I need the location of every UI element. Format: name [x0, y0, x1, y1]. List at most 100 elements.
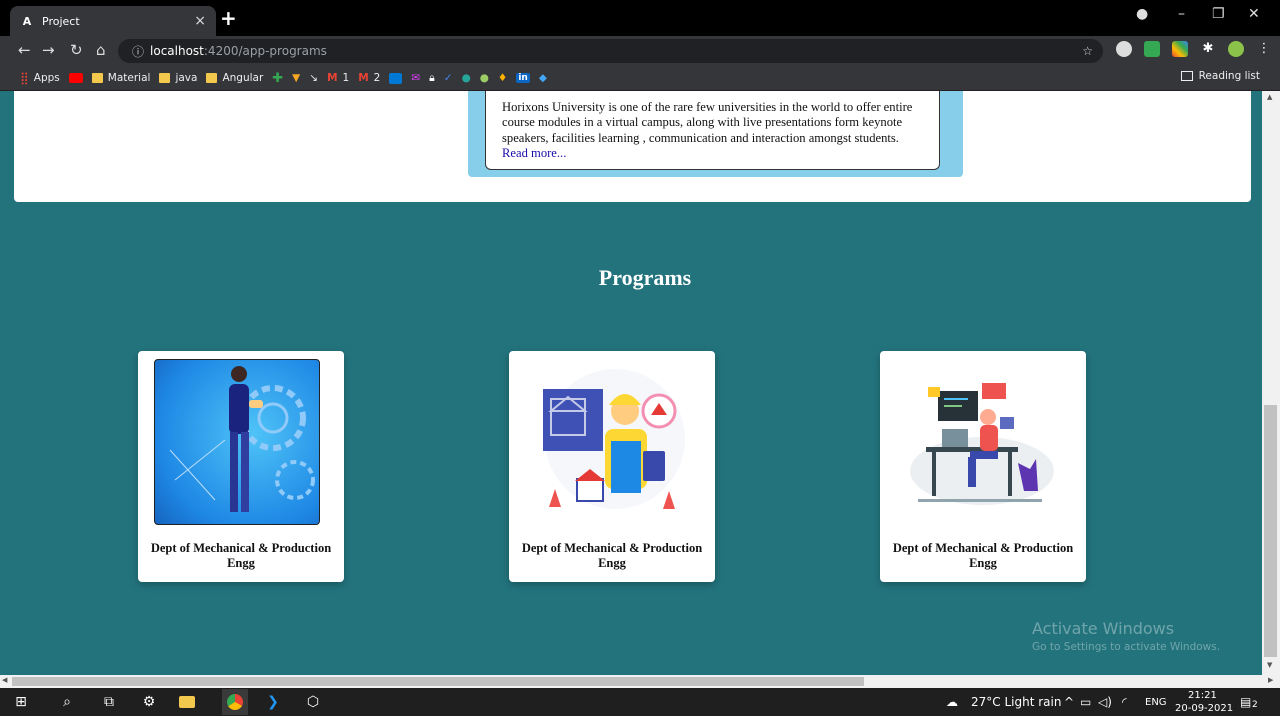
- gmail-icon: M: [358, 72, 369, 84]
- bookmark-check[interactable]: ✓: [444, 72, 453, 84]
- bookmark-linkedin[interactable]: in: [516, 73, 530, 83]
- url-path: :4200/app-programs: [203, 44, 327, 58]
- programmer-desk-illustration: [896, 359, 1062, 525]
- vertical-scrollbar-thumb[interactable]: [1264, 405, 1277, 657]
- tab-close-icon[interactable]: ×: [194, 13, 206, 29]
- weather-text[interactable]: 27°C Light rain: [971, 695, 1061, 709]
- bookmark-lock[interactable]: 🔒︎: [429, 72, 435, 85]
- battery-icon[interactable]: ▭: [1080, 695, 1091, 709]
- read-more-link[interactable]: Read more...: [502, 146, 566, 160]
- search-icon[interactable]: ⌕: [58, 693, 76, 711]
- drop-icon: ♦: [497, 72, 508, 84]
- clock-time[interactable]: 21:21: [1188, 690, 1217, 701]
- vscode-icon[interactable]: ❯: [264, 693, 282, 711]
- reload-icon[interactable]: ↻: [70, 41, 83, 59]
- linkedin-icon: in: [516, 73, 530, 83]
- address-bar[interactable]: ⓘ localhost:4200/app-programs ☆: [118, 39, 1103, 63]
- bookmark-globe[interactable]: ●: [462, 72, 471, 84]
- windows-start-icon[interactable]: ⊞: [12, 693, 30, 711]
- settings-gear-icon[interactable]: ⚙: [140, 693, 158, 711]
- gmail-icon: M: [327, 72, 338, 84]
- bookmark-gmail-2[interactable]: M2: [358, 72, 380, 84]
- menu-kebab-icon[interactable]: ⋮: [1256, 41, 1272, 57]
- volume-icon[interactable]: ◁): [1098, 695, 1112, 709]
- program-card[interactable]: Dept of Mechanical & Production Engg: [138, 351, 344, 582]
- bookmark-java[interactable]: java: [159, 72, 197, 84]
- clock-date[interactable]: 20-09-2021: [1175, 703, 1233, 714]
- bookmark-material[interactable]: Material: [91, 72, 150, 84]
- bookmark-angular[interactable]: Angular: [206, 72, 263, 84]
- scroll-left-icon[interactable]: ◀: [2, 676, 7, 684]
- chrome-icon[interactable]: [222, 689, 248, 715]
- about-card: Horixons University is one of the rare f…: [485, 91, 940, 170]
- bookmark-drop[interactable]: ♦: [498, 72, 507, 84]
- new-tab-button[interactable]: +: [220, 6, 237, 30]
- scroll-right-icon[interactable]: ▶: [1268, 676, 1273, 684]
- extension-circle-icon[interactable]: [1116, 41, 1132, 57]
- profile-icon[interactable]: ●: [1136, 6, 1148, 22]
- restore-icon[interactable]: ❐: [1212, 6, 1225, 22]
- program-caption: Dept of Mechanical & Production Engg: [150, 541, 332, 570]
- bookmark-youtube[interactable]: [68, 73, 83, 83]
- language-indicator[interactable]: ENG: [1145, 697, 1167, 708]
- site-info-icon[interactable]: ⓘ: [132, 43, 144, 60]
- reading-list-button[interactable]: Reading list: [1180, 70, 1260, 82]
- apps-grid-icon: ⣿: [20, 71, 29, 85]
- minimize-icon[interactable]: –: [1178, 6, 1185, 22]
- forward-icon[interactable]: →: [42, 41, 55, 59]
- task-view-icon[interactable]: ⧉: [100, 693, 118, 711]
- wifi-icon[interactable]: ◜: [1122, 695, 1127, 709]
- program-caption: Dept of Mechanical & Production Engg: [892, 541, 1074, 570]
- notifications-icon[interactable]: ▤: [1240, 695, 1251, 709]
- virtualbox-icon[interactable]: ⬡: [304, 693, 322, 711]
- tray-chevron-icon[interactable]: ^: [1064, 695, 1074, 709]
- program-card[interactable]: Dept of Mechanical & Production Engg: [880, 351, 1086, 582]
- program-caption: Dept of Mechanical & Production Engg: [521, 541, 703, 570]
- construction-worker-illustration: [525, 359, 691, 525]
- avatar[interactable]: [1228, 41, 1244, 57]
- programs-title: Programs: [598, 265, 692, 290]
- bookmark-apps[interactable]: ⣿ Apps: [20, 71, 60, 85]
- extension-calendar-icon[interactable]: [1144, 41, 1160, 57]
- program-card[interactable]: Dept of Mechanical & Production Engg: [509, 351, 715, 582]
- plus-green-icon: ✚: [272, 70, 284, 86]
- tab-favicon-icon: A: [22, 14, 32, 28]
- bookmark-gmail-1[interactable]: M1: [327, 72, 349, 84]
- bookmark-outlook[interactable]: [389, 72, 403, 84]
- scroll-up-icon[interactable]: ▲: [1267, 93, 1272, 101]
- folder-icon: [159, 73, 171, 83]
- bookmark-vue[interactable]: ▼: [292, 72, 300, 84]
- about-text: Horixons University is one of the rare f…: [502, 100, 913, 145]
- youtube-icon: [68, 73, 83, 83]
- extension-grid-icon[interactable]: [1172, 41, 1188, 57]
- bookmark-leaf[interactable]: ●: [480, 72, 489, 84]
- bookmark-star-icon[interactable]: ☆: [1082, 44, 1093, 58]
- leaf-icon: ●: [479, 72, 489, 84]
- folder-icon: [91, 73, 103, 83]
- tab-title: Project: [42, 14, 80, 28]
- back-icon[interactable]: ←: [18, 41, 31, 59]
- home-icon[interactable]: ⌂: [96, 41, 106, 59]
- activate-windows-subtitle: Go to Settings to activate Windows.: [1032, 641, 1221, 653]
- bookmark-mail[interactable]: ✉: [411, 72, 420, 84]
- bookmark-diamond[interactable]: ◆: [539, 72, 547, 84]
- bookmark-plus[interactable]: ✚: [272, 71, 283, 86]
- bookmark-pen[interactable]: ↘: [309, 72, 318, 84]
- extensions-puzzle-icon[interactable]: ✱: [1200, 41, 1216, 57]
- globe-icon: ●: [461, 72, 471, 84]
- mail-icon: ✉: [411, 72, 421, 84]
- folder-icon: [206, 73, 218, 83]
- url-host: localhost: [150, 44, 204, 58]
- close-window-icon[interactable]: ✕: [1248, 6, 1260, 22]
- windows-taskbar: ⊞ ⌕ ⧉ ⚙ ❯ ⬡ ☁ 27°C Light rain ^ ▭ ◁) ◜ E…: [0, 688, 1280, 716]
- scroll-down-icon[interactable]: ▼: [1267, 661, 1272, 669]
- notifications-count: 2: [1252, 700, 1258, 710]
- browser-toolbar: ← → ↻ ⌂ ⓘ localhost:4200/app-programs ☆ …: [0, 36, 1280, 66]
- file-explorer-icon[interactable]: [178, 693, 196, 711]
- diamond-icon: ◆: [538, 72, 547, 84]
- horizontal-scrollbar-thumb[interactable]: [12, 677, 864, 686]
- browser-titlebar: A Project × + ● – ❐ ✕: [0, 0, 1280, 36]
- outlook-icon: [389, 72, 403, 84]
- browser-tab[interactable]: A Project ×: [10, 6, 216, 36]
- weather-icon[interactable]: ☁: [946, 695, 958, 709]
